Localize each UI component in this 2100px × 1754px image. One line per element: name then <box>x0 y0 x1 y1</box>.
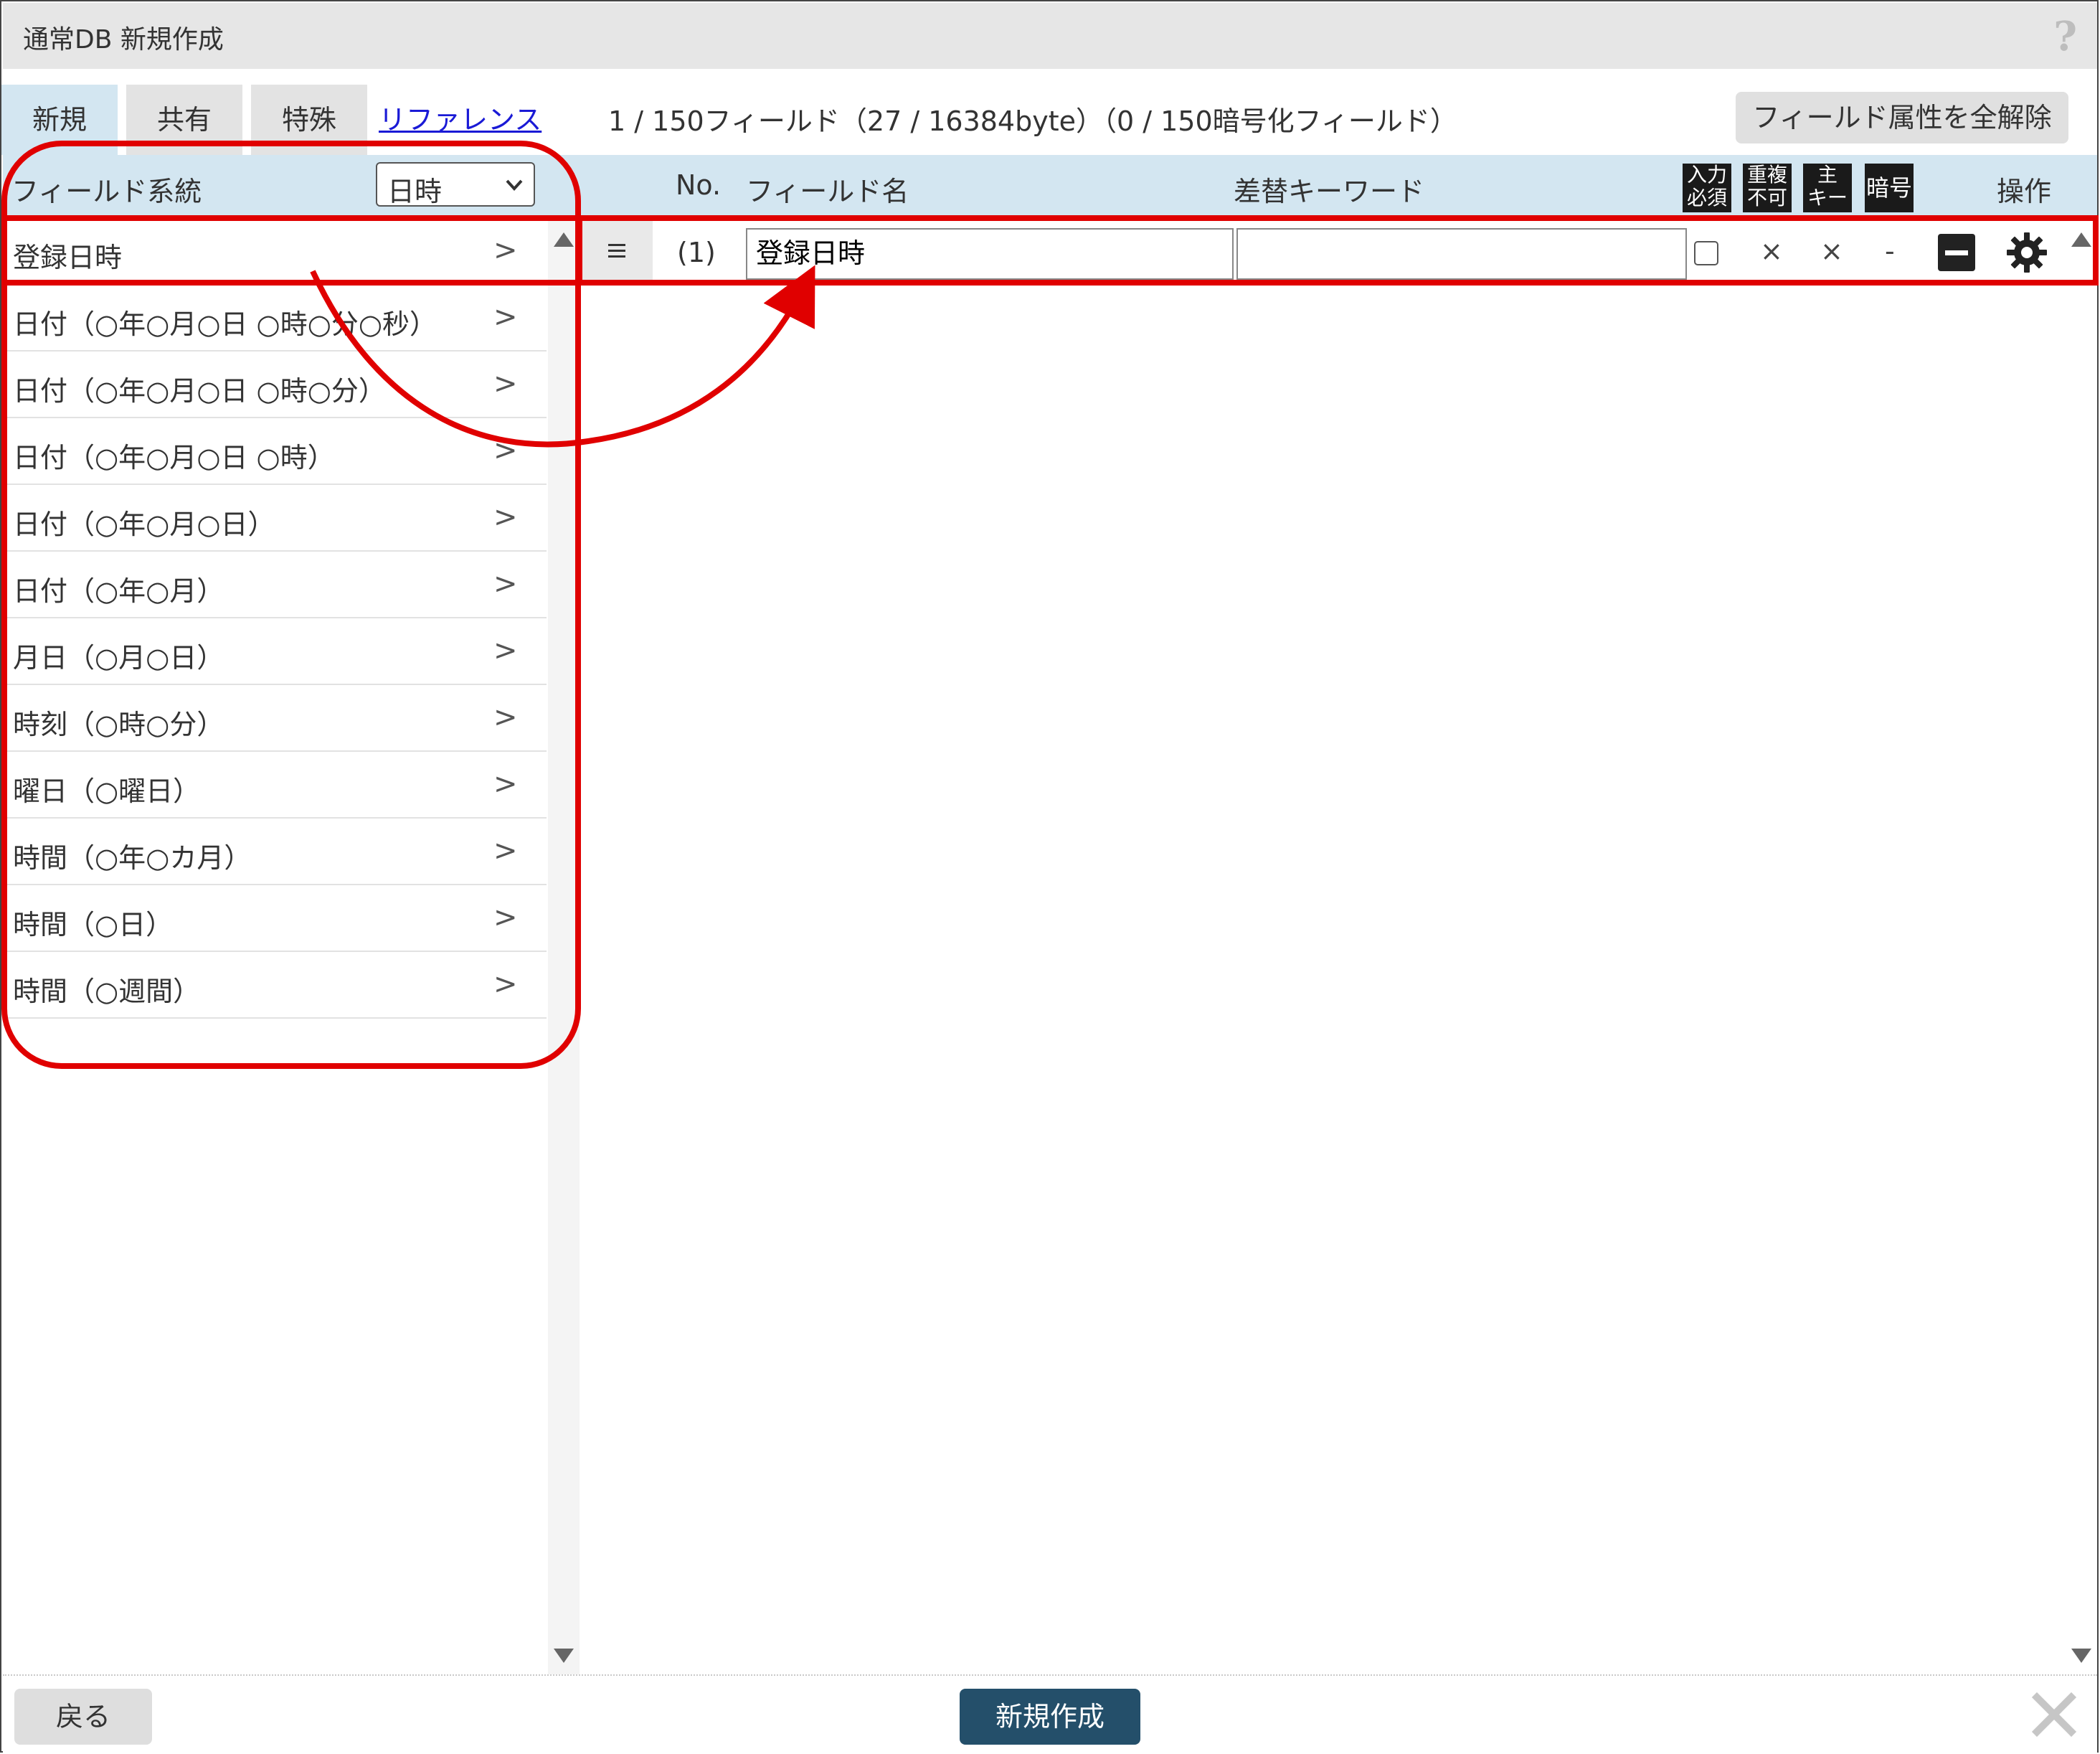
add-arrow-icon[interactable]: > <box>493 567 518 600</box>
field-type-item-label: 日付（○年○月○日 ○時○分○秒） <box>13 308 438 340</box>
reference-link[interactable]: リファレンス <box>379 98 541 137</box>
field-type-item[interactable]: 月日（○月○日） > <box>3 618 547 685</box>
field-type-item[interactable]: 日付（○年○月○日 ○時○分） > <box>3 352 547 418</box>
field-type-item[interactable]: 日付（○年○月○日） > <box>3 485 547 552</box>
gear-icon[interactable] <box>2004 230 2050 275</box>
add-arrow-icon[interactable]: > <box>493 701 518 734</box>
add-arrow-icon[interactable]: > <box>493 501 518 534</box>
clear-all-attributes-button[interactable]: フィールド属性を全解除 <box>1736 92 2068 143</box>
field-type-item[interactable]: 時間（○週間） > <box>3 952 547 1019</box>
field-type-item-label: 日付（○年○月○日 ○時○分） <box>13 375 386 407</box>
add-arrow-icon[interactable]: > <box>493 901 518 934</box>
encrypt-attr-icon: 暗号 <box>1865 164 1914 212</box>
field-type-item-label: 日付（○年○月○日 ○時） <box>13 442 335 473</box>
add-arrow-icon[interactable]: > <box>493 768 518 801</box>
field-type-select[interactable]: 日時 <box>376 162 535 207</box>
keyword-input[interactable] <box>1236 228 1687 280</box>
add-arrow-icon[interactable]: > <box>493 367 518 400</box>
field-name-column-header: フィールド名 <box>746 176 909 207</box>
footer-bar: 戻る 新規作成 <box>3 1674 2097 1753</box>
unique-attr-line1: 重複 <box>1746 164 1787 187</box>
tab-row: 新規 共有 特殊 リファレンス 1 / 150フィールド（27 / 16384b… <box>1 69 2100 155</box>
field-type-item-label: 時間（○年○カ月） <box>13 842 252 874</box>
primary-key-mark: × <box>1820 235 1843 267</box>
field-type-list-scrollbar[interactable] <box>548 218 580 1674</box>
field-count-status: 1 / 150フィールド（27 / 16384byte）（0 / 150暗号化フ… <box>608 105 1457 137</box>
field-type-item-label: 時間（○週間） <box>13 976 201 1007</box>
add-arrow-icon[interactable]: > <box>493 834 518 867</box>
required-attr-line2: 必須 <box>1686 186 1727 209</box>
scroll-down-icon[interactable] <box>554 1649 574 1663</box>
field-type-item[interactable]: 曜日（○曜日） > <box>3 752 547 819</box>
column-header-bar: フィールド系統 日時 No. フィールド名 差替キーワード 入力 必須 重複 不… <box>3 155 2097 218</box>
field-type-list: 登録日時 > 日付（○年○月○日 ○時○分○秒） > 日付（○年○月○日 ○時○… <box>3 218 547 1674</box>
required-checkbox[interactable] <box>1694 241 1718 265</box>
field-type-item[interactable]: 時間（○年○カ月） > <box>3 819 547 885</box>
close-icon[interactable] <box>2031 1692 2077 1738</box>
back-button[interactable]: 戻る <box>14 1689 152 1745</box>
help-icon[interactable]: ? <box>2053 13 2077 60</box>
primary-key-attr-icon: 主 キー <box>1803 164 1852 212</box>
drag-handle-icon[interactable] <box>607 241 627 261</box>
field-type-item-label: 日付（○年○月） <box>13 575 224 607</box>
field-type-item-label: 日付（○年○月○日） <box>13 509 275 540</box>
no-column-header: No. <box>676 169 722 201</box>
add-arrow-icon[interactable]: > <box>493 301 518 334</box>
field-list-scrollbar[interactable] <box>2066 218 2097 1674</box>
field-type-item[interactable]: 時間（○日） > <box>3 885 547 952</box>
field-type-select-value: 日時 <box>387 176 443 207</box>
add-arrow-icon[interactable]: > <box>493 968 518 1001</box>
create-button[interactable]: 新規作成 <box>960 1689 1140 1745</box>
field-type-header: フィールド系統 <box>11 176 202 207</box>
field-type-item[interactable]: 時刻（○時○分） > <box>3 685 547 752</box>
keyword-column-header: 差替キーワード <box>1234 176 1425 207</box>
required-attr-line1: 入力 <box>1686 164 1727 187</box>
field-name-input[interactable]: 登録日時 <box>746 228 1234 280</box>
field-type-item-label: 時刻（○時○分） <box>13 709 224 740</box>
encrypt-mark: - <box>1885 235 1895 267</box>
drag-handle[interactable] <box>581 220 653 286</box>
scroll-up-icon[interactable] <box>554 232 574 247</box>
primary-key-attr-line2: キー <box>1807 186 1848 209</box>
field-type-item-label: 曜日（○曜日） <box>13 775 201 807</box>
tab-new[interactable]: 新規 <box>1 85 118 155</box>
scroll-down-icon[interactable] <box>2071 1649 2091 1663</box>
field-row: (1) 登録日時 × × - <box>581 220 2096 286</box>
field-row-number: (1) <box>677 237 716 268</box>
operation-column-header: 操作 <box>1997 176 2052 207</box>
title-bar: 通常DB 新規作成 ? <box>3 3 2097 69</box>
required-attr-icon: 入力 必須 <box>1683 164 1731 212</box>
dialog-title: 通常DB 新規作成 <box>23 25 224 55</box>
unique-mark: × <box>1760 235 1783 267</box>
unique-attr-icon: 重複 不可 <box>1743 164 1792 212</box>
chevron-down-icon <box>506 179 523 191</box>
primary-key-attr-line1: 主 <box>1817 164 1838 187</box>
scroll-up-icon[interactable] <box>2071 232 2091 247</box>
field-type-item[interactable]: 日付（○年○月○日 ○時） > <box>3 418 547 485</box>
tab-special[interactable]: 特殊 <box>251 85 367 155</box>
field-type-item[interactable]: 日付（○年○月○日 ○時○分○秒） > <box>3 285 547 352</box>
field-type-item[interactable]: 日付（○年○月） > <box>3 552 547 618</box>
add-arrow-icon[interactable]: > <box>493 434 518 467</box>
minus-icon[interactable] <box>1938 234 1975 271</box>
add-arrow-icon[interactable]: > <box>493 234 518 267</box>
dialog-frame: 通常DB 新規作成 ? 新規 共有 特殊 リファレンス 1 / 150フィールド… <box>0 0 2099 1753</box>
field-type-item-label: 登録日時 <box>13 242 123 273</box>
tab-shared[interactable]: 共有 <box>126 85 242 155</box>
field-type-item[interactable]: 登録日時 > <box>3 218 547 285</box>
field-type-item-label: 月日（○月○日） <box>13 642 224 674</box>
add-arrow-icon[interactable]: > <box>493 634 518 667</box>
unique-attr-line2: 不可 <box>1746 186 1787 209</box>
field-type-item-label: 時間（○日） <box>13 909 174 940</box>
